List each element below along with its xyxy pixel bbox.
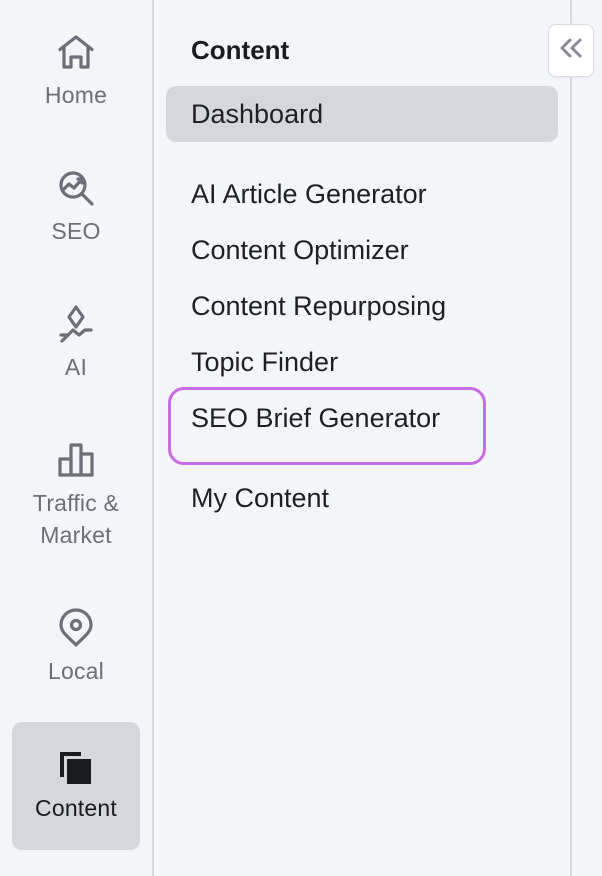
nav-traffic-market[interactable]: Traffic & Market <box>12 440 140 570</box>
home-icon <box>56 32 96 72</box>
content-submenu-panel: Content Dashboard AI Article Generator C… <box>154 0 572 876</box>
menu-item-content-optimizer[interactable]: Content Optimizer <box>166 222 558 278</box>
menu-item-seo-brief-generator[interactable]: SEO Brief Generator <box>166 390 558 446</box>
nav-content[interactable]: Content <box>12 722 140 850</box>
location-pin-icon <box>56 608 96 648</box>
content-pages-icon <box>56 749 96 789</box>
nav-ai-label: AI <box>64 354 88 380</box>
nav-content-label: Content <box>35 794 117 821</box>
nav-ai[interactable]: AI <box>12 304 140 404</box>
menu-item-content-repurposing[interactable]: Content Repurposing <box>166 278 558 334</box>
seo-chart-icon <box>56 168 96 208</box>
primary-nav-rail: Home SEO AI Traffic & Market Local Conte… <box>0 0 154 876</box>
menu-item-topic-finder[interactable]: Topic Finder <box>166 334 558 390</box>
collapse-sidebar-button[interactable] <box>548 24 594 77</box>
nav-local-label: Local <box>48 658 104 684</box>
menu-item-my-content[interactable]: My Content <box>166 470 558 526</box>
nav-home[interactable]: Home <box>12 32 140 132</box>
ai-sparkle-icon <box>56 304 96 344</box>
nav-traffic-market-label: Traffic & Market <box>32 490 120 548</box>
menu-item-dashboard[interactable]: Dashboard <box>166 86 558 142</box>
double-chevron-left-icon <box>558 37 584 64</box>
panel-title: Content <box>191 35 290 65</box>
menu-item-ai-article-generator[interactable]: AI Article Generator <box>166 166 558 222</box>
nav-home-label: Home <box>44 82 108 108</box>
bar-chart-icon <box>56 440 96 480</box>
nav-seo-label: SEO <box>51 218 101 244</box>
nav-seo[interactable]: SEO <box>12 168 140 268</box>
nav-local[interactable]: Local <box>12 608 140 708</box>
